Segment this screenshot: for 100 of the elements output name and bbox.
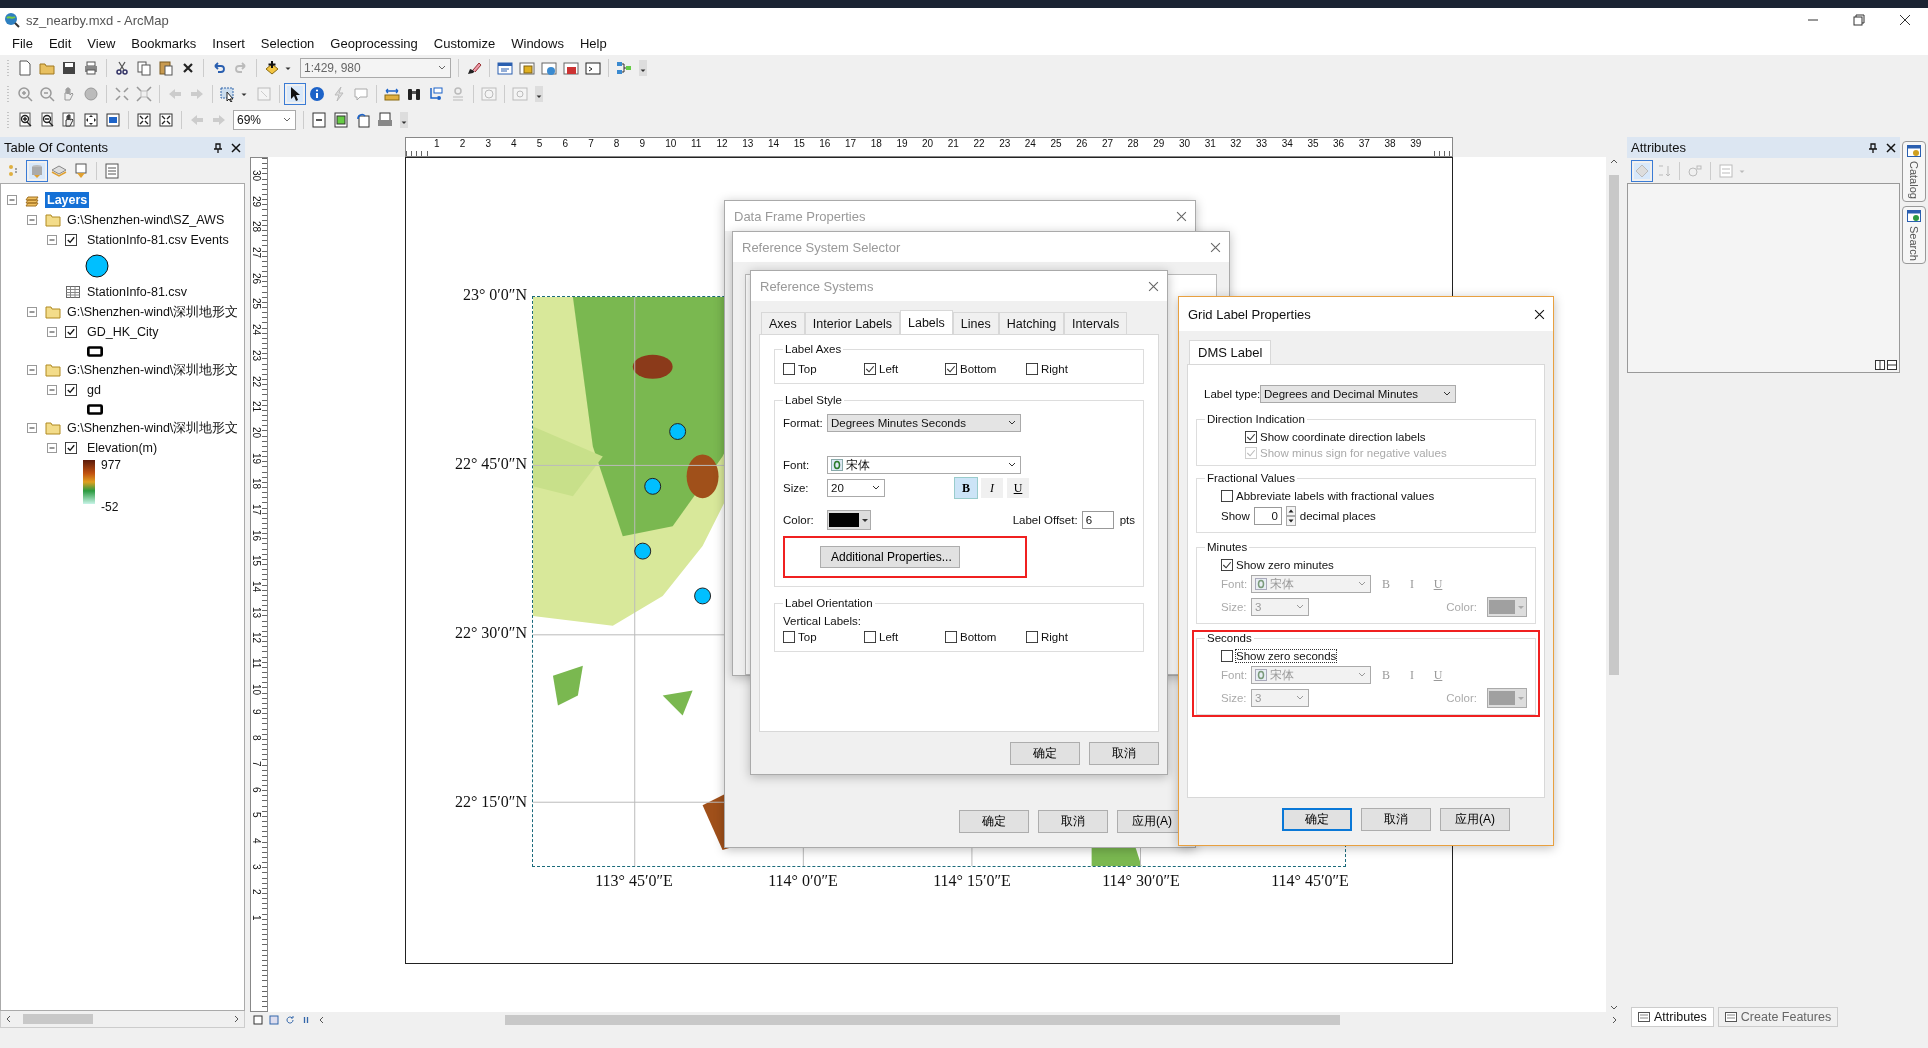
- layer-name[interactable]: gd: [85, 382, 103, 398]
- scale-dropdown[interactable]: 1:429, 980: [300, 58, 451, 78]
- command-window-icon[interactable]: [585, 60, 601, 76]
- color-picker[interactable]: [827, 510, 871, 530]
- zoom-dropdown[interactable]: 69%: [233, 110, 296, 130]
- dialog-button[interactable]: 取消: [1038, 810, 1108, 833]
- scrollbar-thumb[interactable]: [23, 1014, 93, 1024]
- split-view-icon[interactable]: [1887, 360, 1897, 370]
- layer-name[interactable]: G:\Shenzhen-wind\SZ_AWS: [65, 212, 227, 228]
- select-features-icon[interactable]: [220, 86, 236, 102]
- tab[interactable]: Labels: [900, 310, 953, 334]
- style-toggle[interactable]: B: [955, 478, 977, 498]
- panel-tab[interactable]: Create Features: [1717, 1007, 1839, 1027]
- pin-icon[interactable]: [213, 142, 223, 153]
- toolbar-grip[interactable]: [6, 110, 10, 130]
- menu-item[interactable]: Insert: [204, 36, 253, 51]
- copy-icon[interactable]: [136, 60, 152, 76]
- scrollbar-thumb[interactable]: [505, 1015, 1340, 1025]
- page-minus-icon[interactable]: [311, 112, 327, 128]
- size-dropdown[interactable]: 20: [827, 479, 885, 497]
- offset-field[interactable]: 6: [1081, 511, 1114, 529]
- panel-tab[interactable]: Attributes: [1631, 1007, 1714, 1027]
- tab[interactable]: Intervals: [1064, 312, 1128, 334]
- expander-icon[interactable]: [7, 195, 17, 205]
- additional-properties-button[interactable]: Additional Properties...: [820, 546, 960, 568]
- checkbox[interactable]: [783, 631, 795, 643]
- page-printer-icon[interactable]: [377, 112, 393, 128]
- pin-icon[interactable]: [1868, 142, 1878, 153]
- page-expand-icon[interactable]: [158, 112, 174, 128]
- undo-icon[interactable]: [211, 60, 227, 76]
- layer-name[interactable]: G:\Shenzhen-wind\深圳地形文: [65, 418, 241, 438]
- menu-item[interactable]: View: [79, 36, 124, 51]
- toolbar-grip[interactable]: [6, 84, 10, 104]
- printer-icon[interactable]: [83, 60, 99, 76]
- binoculars-icon[interactable]: [406, 86, 422, 102]
- page-zoom-in-icon[interactable]: [17, 112, 33, 128]
- toolbox-icon[interactable]: [519, 60, 535, 76]
- menu-item[interactable]: Bookmarks: [123, 36, 205, 51]
- menu-item[interactable]: File: [4, 36, 41, 51]
- route-icon[interactable]: [428, 86, 444, 102]
- info-icon[interactable]: [309, 86, 325, 102]
- side-tab[interactable]: Search: [1902, 205, 1926, 264]
- close-icon[interactable]: [1534, 308, 1545, 320]
- dialog-button[interactable]: 取消: [1361, 808, 1431, 831]
- dialog-button[interactable]: 确定: [1010, 742, 1080, 765]
- side-tab[interactable]: Catalog: [1902, 141, 1926, 202]
- checkbox[interactable]: [65, 442, 77, 454]
- layer-name[interactable]: GD_HK_City: [85, 324, 161, 340]
- page-fit-icon[interactable]: [83, 112, 99, 128]
- globe-window-icon[interactable]: [541, 60, 557, 76]
- layer-name[interactable]: G:\Shenzhen-wind\深圳地形文: [65, 360, 241, 380]
- checkbox[interactable]: [864, 363, 876, 375]
- dialog-button[interactable]: 确定: [1282, 808, 1352, 831]
- dialog-button[interactable]: 确定: [959, 810, 1029, 833]
- close-icon[interactable]: [231, 142, 241, 153]
- layer-name[interactable]: StationInfo-81.csv: [85, 284, 190, 300]
- layer-name[interactable]: G:\Shenzhen-wind\深圳地形文: [65, 302, 241, 322]
- data-view-icon[interactable]: [269, 1015, 279, 1025]
- options-list-icon[interactable]: [104, 162, 120, 179]
- page-shrink-icon[interactable]: [136, 112, 152, 128]
- layout-view-icon[interactable]: [253, 1015, 263, 1025]
- add-data-icon[interactable]: [264, 60, 280, 76]
- spinner-icon[interactable]: [1285, 506, 1296, 526]
- tab[interactable]: Axes: [761, 312, 805, 334]
- refresh-icon[interactable]: [285, 1015, 295, 1025]
- expander-icon[interactable]: [47, 235, 57, 245]
- expander-icon[interactable]: [47, 327, 57, 337]
- menu-item[interactable]: Selection: [252, 36, 323, 51]
- page-hand-icon[interactable]: [61, 112, 77, 128]
- format-dropdown[interactable]: Degrees Minutes Seconds: [827, 414, 1021, 432]
- expander-icon[interactable]: [27, 215, 37, 225]
- restore-icon[interactable]: [1853, 14, 1865, 26]
- toolbar-grip[interactable]: [6, 58, 10, 78]
- toolbar-options-icon[interactable]: [535, 84, 543, 104]
- dialog-button[interactable]: 应用(A): [1440, 808, 1510, 831]
- font-dropdown[interactable]: 宋体: [827, 456, 1021, 474]
- number-field[interactable]: 0: [1253, 507, 1282, 525]
- checkbox[interactable]: [945, 363, 957, 375]
- tab[interactable]: DMS Label: [1189, 340, 1272, 364]
- folder-icon[interactable]: [39, 60, 55, 76]
- checkbox[interactable]: [65, 326, 77, 338]
- expander-icon[interactable]: [27, 307, 37, 317]
- close-icon[interactable]: [1886, 142, 1896, 153]
- tab[interactable]: Interior Labels: [804, 312, 900, 334]
- tab[interactable]: Lines: [952, 312, 999, 334]
- label-type-dropdown[interactable]: Degrees and Decimal Minutes: [1260, 385, 1456, 403]
- pointer-icon[interactable]: [287, 86, 303, 102]
- checkbox[interactable]: [864, 631, 876, 643]
- page-zoom-out-icon[interactable]: [39, 112, 55, 128]
- page-refresh-icon[interactable]: [355, 112, 371, 128]
- checkbox[interactable]: [1026, 363, 1038, 375]
- layer-name[interactable]: StationInfo-81.csv Events: [85, 232, 231, 248]
- edit-pencil-icon[interactable]: [466, 60, 482, 76]
- menu-item[interactable]: Help: [571, 36, 615, 51]
- layer-name[interactable]: Layers: [45, 192, 90, 208]
- checkbox[interactable]: [1221, 490, 1233, 502]
- close-icon[interactable]: [1899, 14, 1911, 26]
- pause-icon[interactable]: [301, 1015, 311, 1025]
- scissors-icon[interactable]: [114, 60, 130, 76]
- style-toggle[interactable]: U: [1007, 478, 1029, 498]
